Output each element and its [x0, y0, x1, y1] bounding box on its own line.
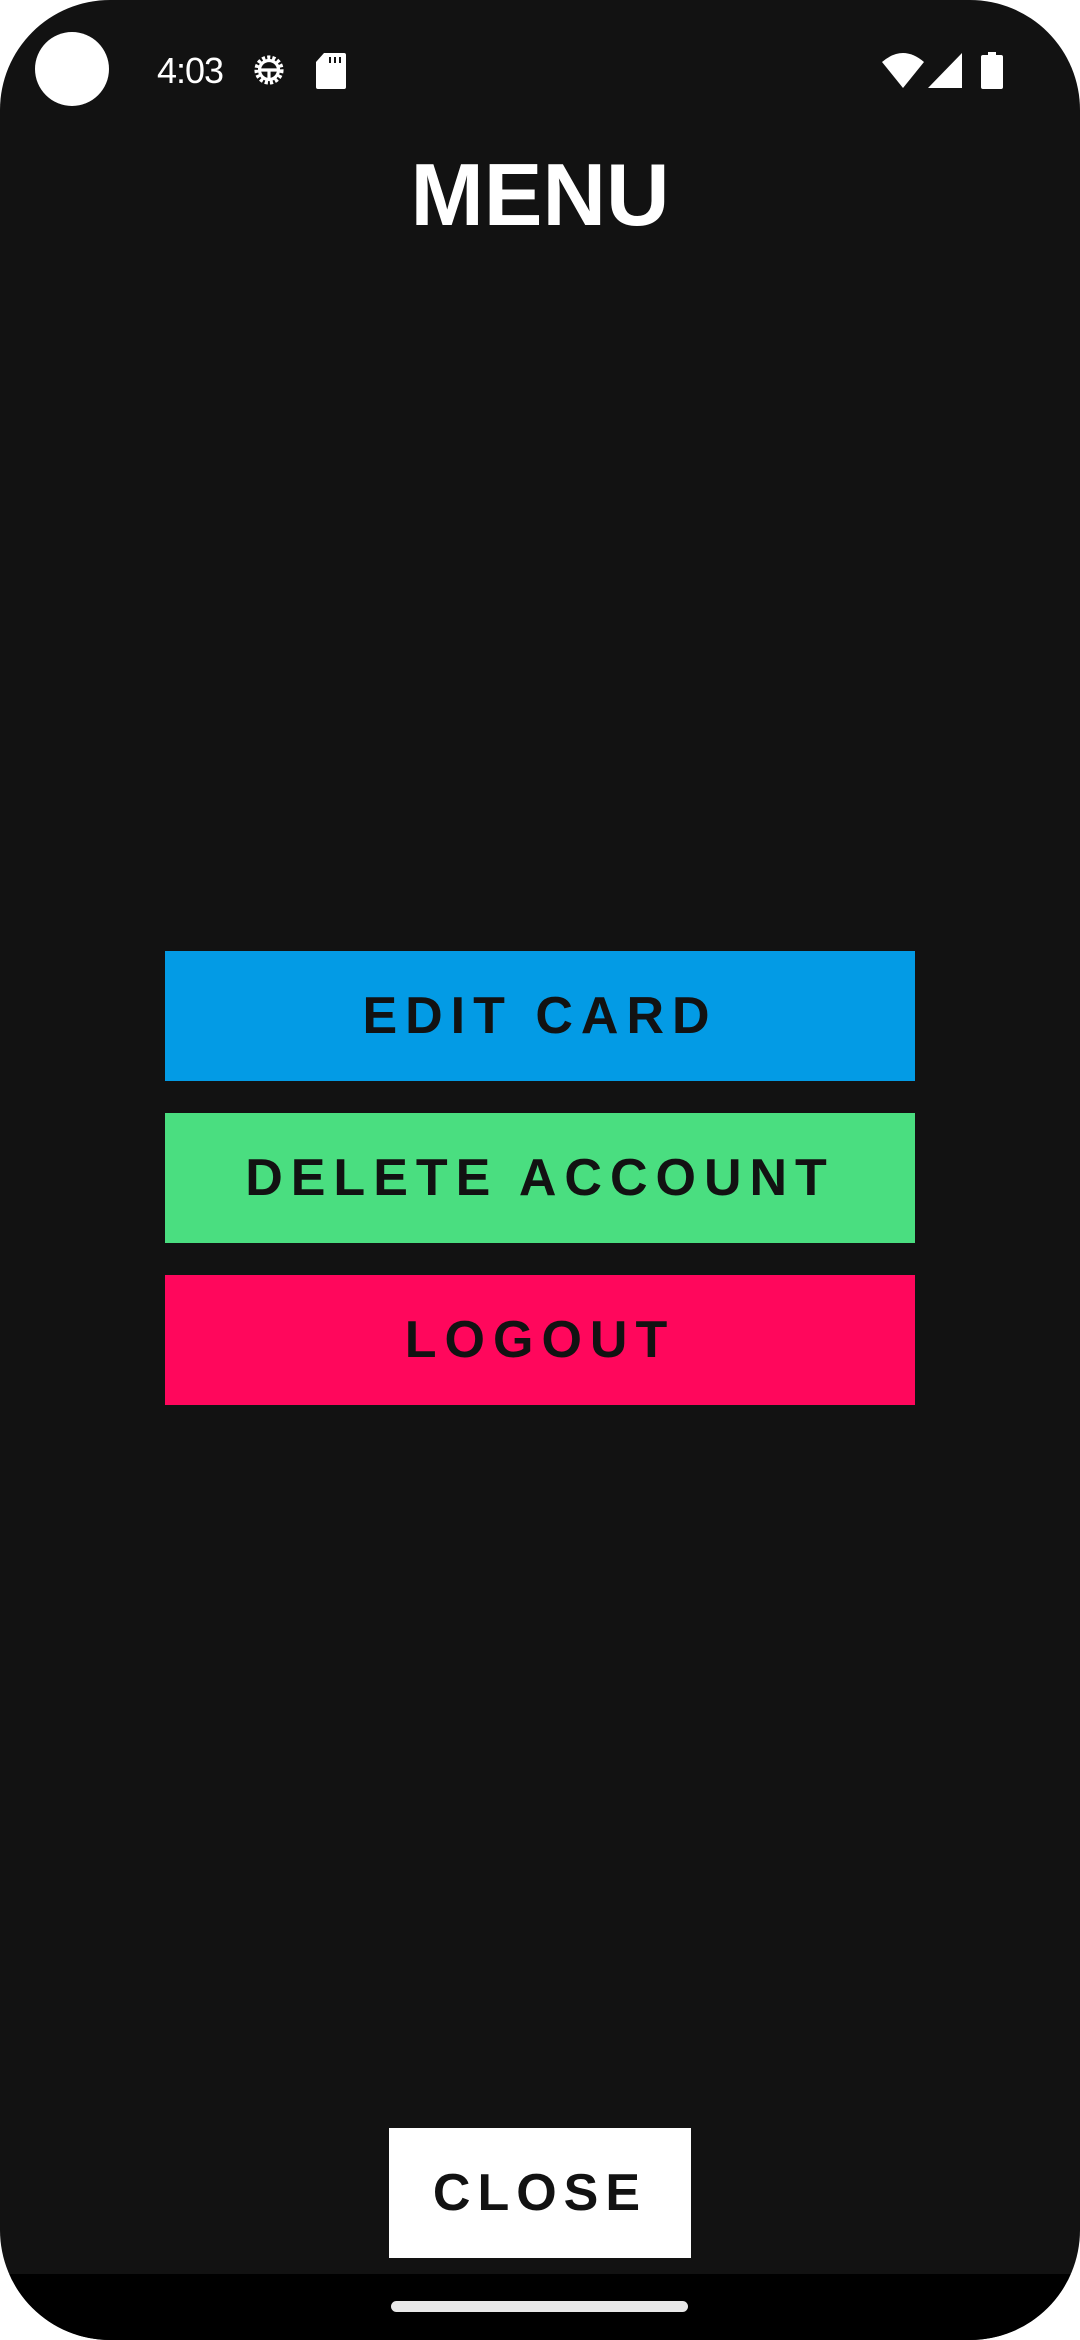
- status-time: 4:03: [157, 50, 224, 91]
- delete-account-button[interactable]: DELETE ACCOUNT: [165, 1113, 915, 1243]
- page-title: MENU: [410, 145, 670, 244]
- home-gesture-handle[interactable]: [391, 2301, 688, 2312]
- settings-gear-icon: [254, 55, 284, 85]
- app-screen: 4:03 MENU EDIT CARD DELETE ACCOUNT LOGOU…: [0, 0, 1080, 2340]
- wifi-icon: [882, 53, 924, 88]
- sd-card-icon: [316, 53, 346, 89]
- camera-cutout: [35, 32, 109, 106]
- logout-button[interactable]: LOGOUT: [165, 1275, 915, 1405]
- edit-card-button[interactable]: EDIT CARD: [165, 951, 915, 1081]
- cell-signal-icon: [928, 53, 962, 88]
- status-bar: 4:03: [0, 0, 1080, 140]
- battery-icon: [981, 52, 1003, 89]
- navigation-bar: [0, 2274, 1080, 2340]
- close-button[interactable]: CLOSE: [389, 2128, 691, 2258]
